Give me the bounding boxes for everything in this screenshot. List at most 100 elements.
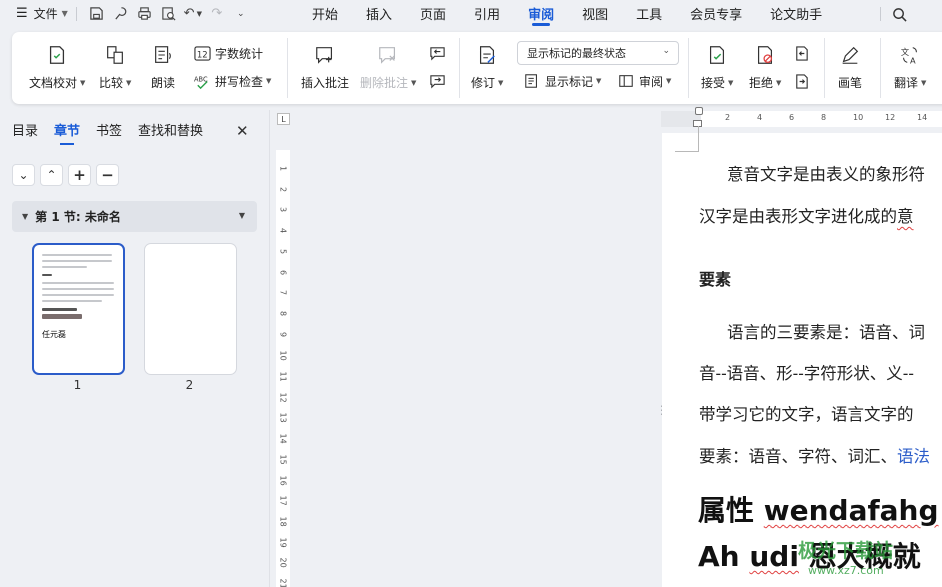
text-run: wendafahg (763, 494, 939, 527)
revise-button[interactable]: 修订 ▼ (471, 43, 503, 91)
ruler-tick-label: 12 (885, 113, 896, 122)
text-run: Ah (698, 540, 750, 573)
tab-reference[interactable]: 引用 (474, 0, 500, 27)
format-painter-icon[interactable] (109, 4, 133, 24)
move-up-button[interactable]: ⌃ (40, 164, 63, 186)
search-icon[interactable] (888, 4, 910, 24)
ruler-tick-label: 6 (789, 113, 795, 122)
add-section-button[interactable]: + (68, 164, 91, 186)
print-icon[interactable] (133, 4, 157, 24)
large-heading-line: 属性 wendafahg (698, 489, 939, 529)
thumb-text-line (42, 260, 112, 262)
accept-label: 接受 (701, 76, 726, 90)
first-line-indent-marker[interactable] (695, 107, 703, 115)
next-change-icon[interactable] (792, 72, 814, 90)
doc-check-label: 文档校对 (29, 76, 78, 90)
ruler-tick-label: 16 (278, 475, 288, 486)
read-aloud-label: 朗读 (151, 76, 176, 90)
nav-tab-toc[interactable]: 目录 (12, 120, 38, 139)
spell-check-icon: ABC (193, 72, 211, 90)
insert-comment-button[interactable]: 插入批注 (301, 43, 349, 91)
paragraph-line: 音--语音、形--字符形状、义-- (699, 364, 914, 383)
section-header[interactable]: ▼ 第 1 节: 未命名 ▼ (12, 201, 257, 232)
insert-comment-label: 插入批注 (301, 76, 350, 90)
paragraph-line: 意音文字是由表义的象形符 (727, 165, 925, 184)
file-menu[interactable]: ☰ 文件 ▼ (16, 5, 68, 22)
tab-paper-assistant[interactable]: 论文助手 (770, 0, 822, 27)
translate-label: 翻译 (894, 76, 919, 90)
remove-section-button[interactable]: − (96, 164, 119, 186)
move-down-button[interactable]: ⌄ (12, 164, 35, 186)
save-icon[interactable] (85, 4, 109, 24)
text-run: 意 (897, 207, 914, 226)
thumb-heading-line (42, 274, 52, 276)
show-markup-button[interactable]: 显示标记 ▼ (523, 72, 601, 90)
chevron-down-icon: ▼ (61, 9, 68, 18)
translate-icon: 文A (898, 43, 922, 67)
pen-button[interactable]: 画笔 (838, 43, 862, 91)
text-run: 要素：语音、字符、词汇、 (699, 447, 897, 466)
delete-comment-label: 删除批注 (360, 76, 409, 90)
tab-stop-selector[interactable]: L (277, 113, 290, 125)
tab-page[interactable]: 页面 (420, 0, 446, 27)
ribbon-tabs: 开始 插入 页面 引用 审阅 视图 工具 会员专享 论文助手 (310, 0, 822, 27)
thumb-text-line (42, 282, 114, 284)
word-count-button[interactable]: 12 字数统计 (193, 44, 263, 62)
print-preview-icon[interactable] (157, 4, 181, 24)
close-icon[interactable]: ✕ (236, 122, 249, 140)
review-pane-button[interactable]: 审阅 ▼ (617, 72, 671, 90)
page-thumbnail-2[interactable] (144, 243, 237, 375)
text-run: udi (749, 540, 799, 573)
undo-icon[interactable]: ↶ ▼ (181, 4, 205, 24)
reject-label: 拒绝 (749, 76, 774, 90)
document-page[interactable]: 意音文字是由表义的象形符 汉字是由表形文字进化成的意 要素 语言的三要素是：语音… (662, 133, 942, 587)
chevron-down-icon[interactable]: ▼ (239, 211, 245, 220)
thumb-text-line (42, 294, 114, 296)
delete-comment-button[interactable]: 删除批注 ▼ (360, 43, 416, 91)
divider (75, 6, 77, 21)
translate-button[interactable]: 文A 翻译 ▼ (894, 43, 926, 91)
divider (688, 38, 689, 98)
thumb-bold-line (42, 308, 77, 311)
tab-review[interactable]: 审阅 (528, 0, 554, 27)
next-comment-icon[interactable] (428, 72, 450, 90)
tab-start[interactable]: 开始 (312, 0, 338, 27)
ruler-tick-label: 1 (278, 165, 288, 172)
tab-tools[interactable]: 工具 (636, 0, 662, 27)
word-count-label: 字数统计 (215, 46, 264, 61)
ruler-tick-label: 8 (821, 113, 827, 122)
review-pane-icon (617, 72, 635, 90)
ruler-tick-label: 17 (278, 495, 288, 506)
compare-label: 比较 (99, 76, 124, 90)
spell-check-label: 拼写检查 (215, 74, 264, 89)
ruler-tick-label: 19 (278, 537, 288, 548)
spell-check-button[interactable]: ABC 拼写检查 ▼ (193, 72, 271, 90)
more-chevron-icon[interactable]: ⌄ (229, 4, 253, 24)
compare-button[interactable]: 比较 ▼ (99, 43, 131, 91)
previous-change-icon[interactable] (792, 44, 814, 62)
doc-check-button[interactable]: 文档校对 ▼ (29, 43, 85, 91)
svg-text:12: 12 (196, 50, 207, 60)
tab-member[interactable]: 会员专享 (690, 0, 742, 27)
doc-check-icon (45, 43, 69, 67)
reject-button[interactable]: 拒绝 ▼ (749, 43, 781, 91)
divider (459, 38, 460, 98)
nav-tab-find-replace[interactable]: 查找和替换 (138, 120, 203, 139)
nav-tab-bookmarks[interactable]: 书签 (96, 120, 122, 139)
tab-view[interactable]: 视图 (582, 0, 608, 27)
page-thumbnail-1[interactable]: 任元磊 (32, 243, 125, 375)
markup-display-value: 显示标记的最终状态 (527, 47, 626, 60)
nav-tab-sections[interactable]: 章节 (54, 120, 80, 145)
markup-display-select[interactable]: 显示标记的最终状态 ⌄ (517, 41, 679, 65)
tab-insert[interactable]: 插入 (366, 0, 392, 27)
ruler-tick-label: 6 (278, 269, 288, 275)
thumb-text-line (42, 288, 114, 290)
previous-comment-icon[interactable] (428, 44, 450, 62)
redo-icon[interactable]: ↷ (205, 4, 229, 24)
read-aloud-button[interactable]: 朗读 (151, 43, 175, 91)
ruler-tick-label: 14 (917, 113, 928, 122)
accept-button[interactable]: 接受 ▼ (701, 43, 733, 91)
word-count-icon: 12 (193, 44, 211, 62)
divider (824, 38, 825, 98)
text-run: 汉字是由表形文字进化成的 (699, 207, 897, 226)
